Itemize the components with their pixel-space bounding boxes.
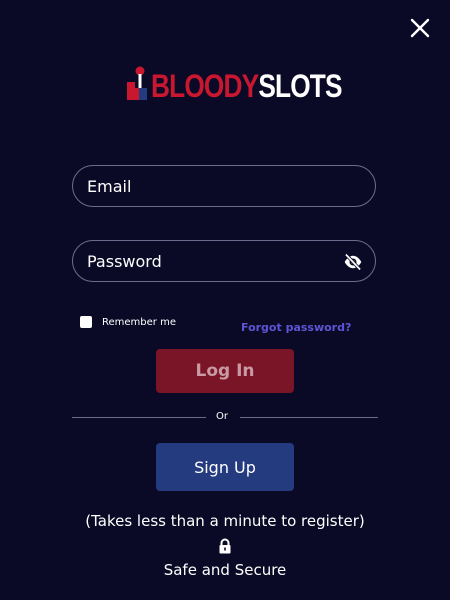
password-field-container bbox=[72, 240, 376, 282]
signup-tagline: (Takes less than a minute to register) bbox=[85, 512, 365, 530]
divider-line-right bbox=[240, 417, 378, 418]
forgot-password-link[interactable]: Forgot password? bbox=[241, 321, 351, 334]
remember-me[interactable]: Remember me bbox=[80, 316, 176, 328]
remember-me-label: Remember me bbox=[102, 316, 176, 328]
brand-wordmark-part1: BLOODY bbox=[151, 68, 259, 104]
email-input[interactable] bbox=[73, 175, 319, 197]
password-input[interactable] bbox=[73, 250, 319, 272]
or-divider: Or bbox=[72, 411, 378, 422]
eye-slash-icon[interactable] bbox=[343, 252, 363, 272]
lock-icon bbox=[219, 538, 231, 554]
joystick-icon bbox=[127, 66, 147, 100]
signup-button[interactable]: Sign Up bbox=[156, 443, 294, 491]
brand-wordmark-part2: SLOTS bbox=[258, 68, 342, 104]
email-field-container bbox=[72, 165, 376, 207]
close-button[interactable] bbox=[409, 17, 431, 39]
remember-me-checkbox[interactable] bbox=[80, 316, 92, 328]
brand-wordmark: BLOODYSLOTS bbox=[151, 68, 343, 104]
close-icon bbox=[410, 18, 430, 38]
divider-line-left bbox=[72, 417, 206, 418]
safe-and-secure-label: Safe and Secure bbox=[163, 561, 287, 579]
divider-label: Or bbox=[216, 411, 228, 422]
brand-logo: BLOODYSLOTS bbox=[125, 66, 384, 102]
login-button[interactable]: Log In bbox=[156, 349, 294, 393]
